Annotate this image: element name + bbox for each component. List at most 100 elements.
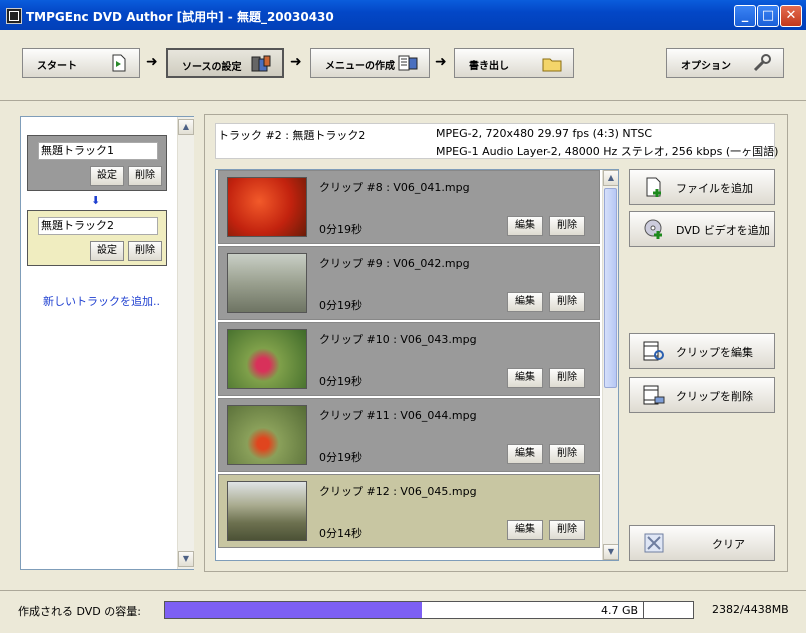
clip-thumbnail [227, 405, 307, 465]
add-file-button[interactable]: ファイルを追加 [629, 169, 775, 205]
delete-clip-button[interactable]: クリップを削除 [629, 377, 775, 413]
output-label: 書き出し [469, 61, 509, 72]
film-stack-icon [251, 55, 271, 72]
options-button[interactable]: オプション [666, 48, 784, 78]
clip-item-selected[interactable]: クリップ #12 : V06_045.mpg 0分14秒 編集 削除 [218, 474, 600, 548]
track-name-field[interactable]: 無題トラック2 [38, 217, 158, 235]
start-button[interactable]: スタート [22, 48, 140, 78]
track-connector-icon: ⬇ [91, 194, 101, 207]
source-settings-button[interactable]: ソースの設定 [166, 48, 284, 78]
clip-delete-button[interactable]: 削除 [549, 368, 585, 388]
clip-delete-button[interactable]: 削除 [549, 216, 585, 236]
clip-duration: 0分19秒 [319, 299, 362, 312]
clip-item[interactable]: クリップ #11 : V06_044.mpg 0分19秒 編集 削除 [218, 398, 600, 472]
output-button[interactable]: 書き出し [454, 48, 574, 78]
clear-icon [644, 533, 664, 553]
clip-duration: 0分19秒 [319, 451, 362, 464]
clip-delete-button[interactable]: 削除 [549, 520, 585, 540]
track-detail-panel: トラック #2 : 無題トラック2 MPEG-2, 720x480 29.97 … [204, 114, 788, 572]
maximize-button[interactable]: □ [757, 5, 779, 27]
capacity-value: 4.7 GB [601, 604, 639, 617]
clip-edit-button[interactable]: 編集 [507, 444, 543, 464]
add-dvd-video-label: DVD ビデオを追加 [676, 224, 770, 237]
track-settings-button[interactable]: 設定 [90, 241, 124, 261]
scroll-thumb[interactable] [604, 188, 617, 388]
track-list[interactable]: 無題トラック1 設定 削除 ⬇ 無題トラック2 設定 削除 新しいトラックを追加… [20, 116, 194, 570]
capacity-limit-marker [643, 602, 644, 618]
clip-edit-button[interactable]: 編集 [507, 292, 543, 312]
clip-name: クリップ #11 : V06_044.mpg [319, 409, 477, 422]
edit-clip-label: クリップを編集 [676, 346, 753, 359]
add-dvd-video-button[interactable]: DVD ビデオを追加 [629, 211, 775, 247]
clip-edit-button[interactable]: 編集 [507, 520, 543, 540]
menu-design-icon [398, 55, 418, 71]
clip-delete-button[interactable]: 削除 [549, 292, 585, 312]
track-info-audio: MPEG-1 Audio Layer-2, 48000 Hz ステレオ, 256… [436, 145, 779, 158]
track-delete-button[interactable]: 削除 [128, 241, 162, 261]
add-dvd-icon [644, 219, 662, 239]
clip-duration: 0分14秒 [319, 527, 362, 540]
scroll-down-icon[interactable]: ▼ [603, 544, 618, 560]
start-label: スタート [37, 61, 77, 72]
clip-list-scrollbar[interactable]: ▲ ▼ [602, 170, 618, 560]
track-settings-button[interactable]: 設定 [90, 166, 124, 186]
film-delete-icon [643, 385, 665, 405]
delete-clip-label: クリップを削除 [676, 390, 753, 403]
step-arrow-icon: ➜ [290, 54, 302, 70]
document-icon [112, 54, 126, 72]
track-info: トラック #2 : 無題トラック2 MPEG-2, 720x480 29.97 … [215, 123, 779, 159]
add-file-icon [646, 177, 661, 197]
clip-item[interactable]: クリップ #9 : V06_042.mpg 0分19秒 編集 削除 [218, 246, 600, 320]
track-info-name: トラック #2 : 無題トラック2 [218, 129, 366, 142]
clear-button[interactable]: クリア [629, 525, 775, 561]
capacity-usage: 2382/4438MB [712, 603, 789, 616]
window-title: TMPGEnc DVD Author [試用中] - 無題_20030430 [26, 10, 334, 24]
create-menu-button[interactable]: メニューの作成 [310, 48, 430, 78]
add-track-link[interactable]: 新しいトラックを追加.. [43, 293, 160, 309]
scroll-down-icon[interactable]: ▼ [178, 551, 194, 567]
clip-edit-button[interactable]: 編集 [507, 216, 543, 236]
clip-name: クリップ #10 : V06_043.mpg [319, 333, 477, 346]
clip-delete-button[interactable]: 削除 [549, 444, 585, 464]
close-button[interactable]: ✕ [780, 5, 802, 27]
clip-thumbnail [227, 329, 307, 389]
clip-duration: 0分19秒 [319, 223, 362, 236]
film-edit-icon [643, 341, 664, 361]
clip-item[interactable]: クリップ #10 : V06_043.mpg 0分19秒 編集 削除 [218, 322, 600, 396]
capacity-fill [165, 602, 422, 618]
clip-edit-button[interactable]: 編集 [507, 368, 543, 388]
step-arrow-icon: ➜ [146, 54, 158, 70]
folder-icon [542, 58, 562, 72]
capacity-bar: 4.7 GB [164, 601, 694, 619]
edit-clip-button[interactable]: クリップを編集 [629, 333, 775, 369]
step-arrow-icon: ➜ [435, 54, 447, 70]
source-settings-label: ソースの設定 [182, 62, 242, 73]
options-label: オプション [681, 61, 731, 72]
scroll-up-icon[interactable]: ▲ [603, 170, 618, 186]
track-item[interactable]: 無題トラック1 設定 削除 [27, 135, 167, 191]
step-toolbar: スタート ➜ ソースの設定 ➜ メニューの作成 ➜ 書き出し オプション [0, 30, 806, 101]
track-list-scrollbar[interactable]: ▲ ▼ [177, 117, 194, 569]
track-item-selected[interactable]: 無題トラック2 設定 削除 [27, 210, 167, 266]
wrench-icon [753, 54, 771, 72]
track-info-video: MPEG-2, 720x480 29.97 fps (4:3) NTSC [436, 127, 653, 140]
capacity-label: 作成される DVD の容量: [18, 605, 141, 618]
clip-name: クリップ #9 : V06_042.mpg [319, 257, 470, 270]
create-menu-label: メニューの作成 [325, 61, 395, 72]
title-bar: TMPGEnc DVD Author [試用中] - 無題_20030430 _… [0, 0, 806, 30]
clip-thumbnail [227, 481, 307, 541]
scroll-up-icon[interactable]: ▲ [178, 119, 194, 135]
clip-list[interactable]: クリップ #8 : V06_041.mpg 0分19秒 編集 削除 クリップ #… [215, 169, 619, 561]
app-icon[interactable] [6, 8, 22, 24]
status-bar: 作成される DVD の容量: 4.7 GB 2382/4438MB [0, 590, 806, 633]
clip-name: クリップ #12 : V06_045.mpg [319, 485, 477, 498]
track-name-field[interactable]: 無題トラック1 [38, 142, 158, 160]
track-delete-button[interactable]: 削除 [128, 166, 162, 186]
clip-thumbnail [227, 253, 307, 313]
minimize-button[interactable]: _ [734, 5, 756, 27]
clear-label: クリア [712, 538, 745, 551]
add-file-label: ファイルを追加 [676, 182, 753, 195]
clip-duration: 0分19秒 [319, 375, 362, 388]
clip-item[interactable]: クリップ #8 : V06_041.mpg 0分19秒 編集 削除 [218, 170, 600, 244]
clip-name: クリップ #8 : V06_041.mpg [319, 181, 470, 194]
